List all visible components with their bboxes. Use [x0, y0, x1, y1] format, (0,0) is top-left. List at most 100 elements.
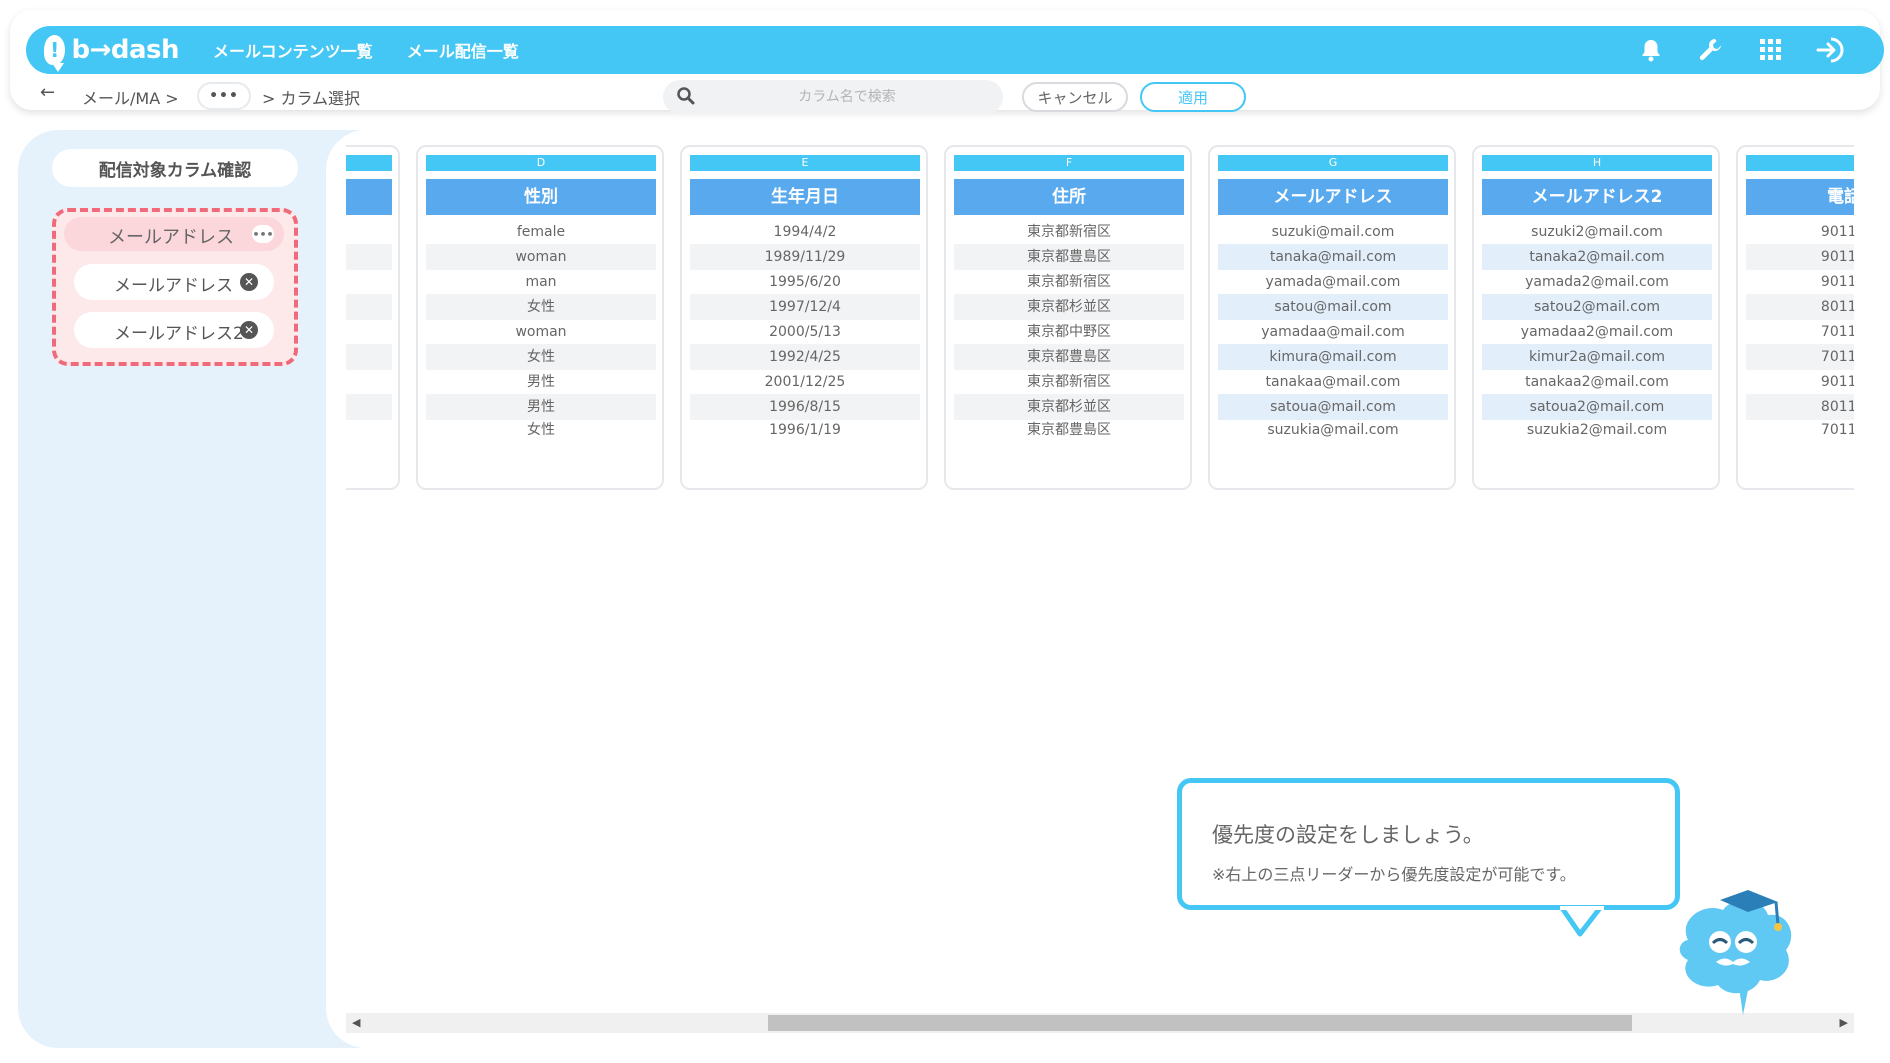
- table-cell: [346, 244, 392, 270]
- column-header[interactable]: 電話番号: [1746, 179, 1854, 215]
- table-column: G メールアドレス suzuki@mail.com tanaka@mail.com ya…: [1208, 145, 1456, 490]
- search-input[interactable]: [707, 80, 987, 114]
- table-cell: woman: [426, 244, 656, 270]
- table-cell: yamada2@mail.com: [1525, 274, 1669, 290]
- column-header[interactable]: [346, 179, 392, 215]
- table-cell: yamada@mail.com: [1265, 274, 1401, 290]
- table-cell: 東京都新宿区: [1027, 224, 1111, 240]
- table-cell: [346, 344, 392, 370]
- table-cell: 女性: [527, 422, 555, 438]
- scrollbar-thumb[interactable]: [768, 1015, 1632, 1031]
- table-cell: 東京都豊島区: [1027, 422, 1111, 438]
- column-letter: F: [954, 155, 1184, 171]
- tooltip-subtext: ※右上の三点リーダーから優先度設定が可能です。: [1212, 865, 1576, 884]
- scroll-left-icon[interactable]: ◀: [352, 1016, 360, 1029]
- scroll-right-icon[interactable]: ▶: [1840, 1016, 1848, 1029]
- logo[interactable]: ! b→dash: [44, 35, 179, 72]
- table-column: D 性別 female woman man 女性 woman 女性 男性 男性 女性: [416, 145, 664, 490]
- more-options-icon[interactable]: •••: [252, 225, 274, 243]
- table-cell: suzuki@mail.com: [1271, 224, 1395, 240]
- table-cell: 901111222: [1820, 224, 1854, 240]
- table-cell: [346, 219, 392, 245]
- table-cell: 女性: [426, 294, 656, 320]
- bell-icon[interactable]: [1636, 35, 1666, 65]
- selected-column-label: メールアドレス: [114, 276, 233, 296]
- table-cell: 男性: [527, 374, 555, 390]
- table-cell: tanaka@mail.com: [1218, 244, 1448, 270]
- table-column: [346, 145, 400, 490]
- breadcrumb: ← メール/MA > ••• > カラム選択 キャンセル 適用: [10, 80, 1880, 116]
- table-cell: 1989/11/29: [690, 244, 920, 270]
- selected-column-item[interactable]: メールアドレス ✕: [74, 264, 274, 300]
- table-cell: satou2@mail.com: [1482, 294, 1712, 320]
- column-header[interactable]: 性別: [426, 179, 656, 215]
- table-cell: satou@mail.com: [1218, 294, 1448, 320]
- selected-column-primary[interactable]: メールアドレス •••: [64, 217, 284, 251]
- navbar: ! b→dash メールコンテンツ一覧 メール配信一覧: [26, 26, 1884, 74]
- table-cell: yamadaa2@mail.com: [1520, 324, 1674, 340]
- table-cell: suzuki2@mail.com: [1531, 224, 1663, 240]
- column-letter: H: [1482, 155, 1712, 171]
- column-letter: [346, 155, 392, 171]
- table-cell: tanakaa2@mail.com: [1525, 374, 1669, 390]
- wrench-icon[interactable]: [1696, 35, 1726, 65]
- table-cell: [346, 269, 392, 295]
- column-header[interactable]: メールアドレス2: [1482, 179, 1712, 215]
- table-cell: 1997/12/4: [690, 294, 920, 320]
- table-cell: 901111333: [1746, 244, 1854, 270]
- table-cell: yamadaa@mail.com: [1261, 324, 1405, 340]
- table-cell: 701111110: [1820, 422, 1854, 438]
- table-cell: 2001/12/25: [764, 374, 846, 390]
- table-cell: 1996/1/19: [769, 422, 841, 438]
- apply-button[interactable]: 適用: [1140, 82, 1246, 112]
- logo-text: b→dash: [71, 35, 179, 65]
- table-cell: 東京都杉並区: [954, 294, 1184, 320]
- breadcrumb-mail-ma[interactable]: メール/MA >: [82, 85, 179, 109]
- table-cell: 701111777: [1746, 344, 1854, 370]
- grid-icon[interactable]: [1756, 35, 1786, 65]
- cancel-button[interactable]: キャンセル: [1022, 82, 1128, 112]
- table-cell: 901111888: [1820, 374, 1854, 390]
- horizontal-scrollbar[interactable]: ◀ ▶: [346, 1013, 1854, 1033]
- table-cell: suzukia2@mail.com: [1526, 422, 1668, 438]
- search-box: [663, 80, 1003, 114]
- logout-icon[interactable]: [1816, 35, 1846, 65]
- breadcrumb-more-button[interactable]: •••: [197, 82, 251, 110]
- table-cell: 東京都新宿区: [1027, 374, 1111, 390]
- table-column: F 住所 東京都新宿区 東京都豊島区 東京都新宿区 東京都杉並区 東京都中野区 東京都豊島区東…: [944, 145, 1192, 490]
- table-cell: 701111666: [1820, 324, 1854, 340]
- column-header[interactable]: メールアドレス: [1218, 179, 1448, 215]
- column-letter: G: [1218, 155, 1448, 171]
- mascot-icon: [1668, 880, 1808, 1024]
- column-table: D 性別 female woman man 女性 woman 女性 男性 男性 女性 E 生年月日 199…: [346, 145, 1854, 493]
- column-header[interactable]: 生年月日: [690, 179, 920, 215]
- table-cell: 東京都豊島区: [954, 344, 1184, 370]
- search-icon: [677, 87, 695, 109]
- nav-mail-delivery[interactable]: メール配信一覧: [407, 38, 519, 62]
- table-cell: [346, 319, 392, 345]
- column-header[interactable]: 住所: [954, 179, 1184, 215]
- table-cell: 901111444: [1820, 274, 1854, 290]
- table-cell: 2000/5/13: [769, 324, 841, 340]
- table-cell: 東京都新宿区: [1027, 274, 1111, 290]
- table-cell: 東京都豊島区: [954, 244, 1184, 270]
- table-cell: 1992/4/25: [690, 344, 920, 370]
- back-arrow-icon[interactable]: ←: [40, 82, 55, 103]
- tooltip-title: 優先度の設定をしましょう。: [1212, 823, 1484, 847]
- remove-icon[interactable]: ✕: [240, 273, 258, 291]
- selected-column-label: メールアドレス: [108, 227, 234, 248]
- table-cell: [346, 294, 392, 320]
- selected-column-item[interactable]: メールアドレス2 ✕: [74, 312, 274, 348]
- guide-tooltip: 優先度の設定をしましょう。 ※右上の三点リーダーから優先度設定が可能です。: [1177, 778, 1680, 937]
- nav-mail-contents[interactable]: メールコンテンツ一覧: [213, 38, 373, 62]
- selected-column-label: メールアドレス2: [114, 324, 244, 344]
- logo-bubble-icon: !: [44, 35, 66, 72]
- table-column: E 生年月日 1994/4/2 1989/11/29 1995/6/20 1997/12/…: [680, 145, 928, 490]
- breadcrumb-current: > カラム選択: [262, 89, 361, 108]
- column-letter: I: [1746, 155, 1854, 171]
- table-column: I 電話番号 901111222 901111333 901111444 80111155…: [1736, 145, 1854, 490]
- table-cell: [346, 369, 392, 395]
- remove-icon[interactable]: ✕: [240, 321, 258, 339]
- table-cell: tanaka2@mail.com: [1482, 244, 1712, 270]
- table-column: H メールアドレス2 suzuki2@mail.com tanaka2@mail.co…: [1472, 145, 1720, 490]
